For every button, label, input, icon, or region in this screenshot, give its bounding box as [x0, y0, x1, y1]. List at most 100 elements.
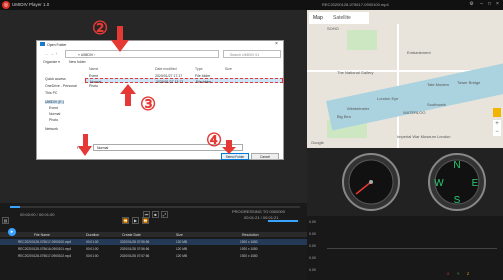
- nav-photo[interactable]: Photo: [49, 118, 58, 122]
- fullscreen-button[interactable]: ⤢: [161, 211, 168, 218]
- zoom-control[interactable]: + −: [493, 120, 501, 136]
- legend-z: Z: [467, 272, 470, 276]
- nav-network[interactable]: Network: [45, 127, 58, 131]
- time-display-right: PROGRESSING TO 0000000: [232, 209, 285, 214]
- current-file-title: REC20200128-075617-0900100.mp4: [322, 2, 389, 7]
- organize-button[interactable]: Organize ▾: [43, 60, 60, 64]
- svg-text:N: N: [453, 160, 460, 171]
- td-size: 120 MB: [176, 254, 187, 258]
- th-duration[interactable]: Duration: [86, 233, 99, 237]
- legend-x: X: [447, 272, 450, 276]
- nav-quick-access[interactable]: Quick access: [45, 77, 66, 81]
- th-size[interactable]: Size: [176, 233, 183, 237]
- folder-value: Normal: [97, 146, 109, 150]
- nav-event[interactable]: Event: [49, 106, 58, 110]
- tab-map[interactable]: Map: [313, 15, 323, 21]
- map-label: Big Ben: [337, 114, 352, 119]
- th-file-name[interactable]: File Name: [34, 233, 50, 237]
- svg-text:S: S: [454, 195, 461, 206]
- col-type[interactable]: Type: [195, 67, 203, 71]
- navigation-pane: Quick access OneDrive - Personal This PC…: [39, 69, 83, 141]
- file-table: File Name Duration Create Date Size Reso…: [0, 225, 307, 280]
- col-date[interactable]: Date modified: [155, 67, 177, 71]
- td-resolution: 1920 x 1080: [240, 247, 258, 251]
- nav-this-pc[interactable]: This PC: [45, 91, 57, 95]
- dialog-close-icon[interactable]: ×: [275, 41, 278, 47]
- g-sensor-graph: 0.00 0.00 0.00 0.00 0.00 X Y Z: [307, 216, 503, 280]
- dialog-title: Open Folder: [47, 42, 67, 47]
- down-arrow-2: [111, 26, 129, 52]
- play-button[interactable]: ▶: [132, 217, 139, 224]
- map-type-tabs: Map Satellite: [309, 12, 369, 24]
- col-name[interactable]: Name: [89, 67, 98, 71]
- map-label: Imperial War Museum London: [397, 134, 451, 139]
- address-bar[interactable]: « UMIDIV ›: [65, 50, 219, 58]
- nav-normal[interactable]: Normal: [49, 112, 60, 116]
- td-size: 120 MB: [176, 240, 187, 244]
- table-row[interactable]: REC20200128-075617-0900102.mp4 00:01:00 …: [0, 253, 307, 259]
- list-item-name: Event: [89, 73, 98, 78]
- settings-icon[interactable]: ⚙: [468, 1, 475, 8]
- speedometer-gauge: [342, 153, 400, 211]
- th-resolution[interactable]: Resolution: [242, 233, 259, 237]
- playback-controls: 00:00:00 / 00:01:00 ⏮ ■ ⤢ PROGRESSING TO…: [0, 203, 307, 225]
- rewind-button[interactable]: ⏪: [122, 217, 129, 224]
- close-button[interactable]: ×: [494, 1, 501, 8]
- td-duration: 00:01:00: [86, 254, 99, 258]
- map-panel[interactable]: Map Satellite SOHO Embankment London Eye…: [307, 10, 503, 148]
- app-logo-icon: ◎: [2, 1, 10, 9]
- td-duration: 00:01:00: [86, 240, 99, 244]
- th-create-date[interactable]: Create Date: [122, 233, 141, 237]
- table-row[interactable]: REC20200128-075617-0900100.mp4 00:01:00 …: [0, 239, 307, 245]
- step-marker-4: ④: [206, 130, 223, 150]
- file-list: Name Date modified Type Size Event 2020/…: [85, 67, 283, 141]
- graph-baseline: [327, 248, 497, 249]
- title-bar: ◎ UMIDIV Player 1.0 REC20200128-075617-0…: [0, 0, 503, 10]
- minimize-button[interactable]: –: [478, 1, 485, 8]
- map-label: Southwark: [427, 102, 446, 107]
- progress-bar[interactable]: [10, 206, 300, 208]
- stop-button[interactable]: ■: [152, 211, 159, 218]
- step-marker-3: ③: [140, 94, 157, 114]
- maximize-button[interactable]: □: [486, 1, 493, 8]
- col-size[interactable]: Size: [225, 67, 232, 71]
- nav-arrows-icon[interactable]: ← → ↑: [45, 51, 57, 56]
- td-file-name: REC20200128-075616-0900101.mp4: [18, 247, 72, 251]
- down-arrow-4: [222, 140, 236, 154]
- dialog-toolbar: Organize ▾ New folder: [43, 60, 283, 66]
- list-item[interactable]: Photo: [85, 83, 283, 88]
- dialog-title-bar: Open Folder ×: [37, 41, 283, 48]
- table-row[interactable]: REC20200128-075616-0900101.mp4 00:01:00 …: [0, 246, 307, 252]
- app-title: UMIDIV Player 1.0: [12, 2, 50, 7]
- compass-gauge: N S W E: [428, 153, 486, 211]
- volume-slider[interactable]: [268, 220, 298, 222]
- nav-umidiv-drive[interactable]: UMIDIV (E:): [45, 100, 64, 104]
- td-resolution: 1920 x 1080: [240, 240, 258, 244]
- new-folder-button[interactable]: New folder: [69, 60, 86, 64]
- pegman-icon[interactable]: [493, 108, 501, 117]
- map-label: SOHO: [327, 26, 339, 31]
- select-folder-button[interactable]: Select Folder: [221, 153, 249, 160]
- nav-onedrive[interactable]: OneDrive - Personal: [45, 84, 77, 88]
- td-file-name: REC20200128-075617-0900100.mp4: [18, 240, 72, 244]
- tab-satellite[interactable]: Satellite: [333, 15, 351, 21]
- list-item-date: 2020/01/27 17:17: [155, 73, 183, 78]
- map-label: The National Gallery: [337, 70, 374, 75]
- open-folder-button[interactable]: ▤: [2, 217, 9, 224]
- map-label: Embankment: [407, 50, 431, 55]
- search-input[interactable]: Search UMIDIV 01: [223, 50, 281, 58]
- map-label: London Eye: [377, 96, 399, 101]
- td-create-date: 2020/01/28 07:56:56: [120, 247, 150, 251]
- td-size: 120 MB: [176, 247, 187, 251]
- address-row: ← → ↑ « UMIDIV › Search UMIDIV 01: [43, 50, 283, 58]
- progress-fill: [10, 206, 20, 208]
- down-arrow-folder: [78, 134, 92, 156]
- open-file-button[interactable]: ▸: [8, 228, 16, 236]
- dialog-app-icon: [40, 42, 45, 46]
- map-label: Tower Bridge: [457, 80, 481, 85]
- td-create-date: 2020/01/28 07:55:56: [120, 240, 150, 244]
- forward-button[interactable]: ⏩: [142, 217, 149, 224]
- time-display-left: 00:00:00 / 00:01:00: [20, 212, 55, 217]
- cancel-button[interactable]: Cancel: [251, 153, 279, 160]
- graph-level: 0.00: [309, 220, 316, 224]
